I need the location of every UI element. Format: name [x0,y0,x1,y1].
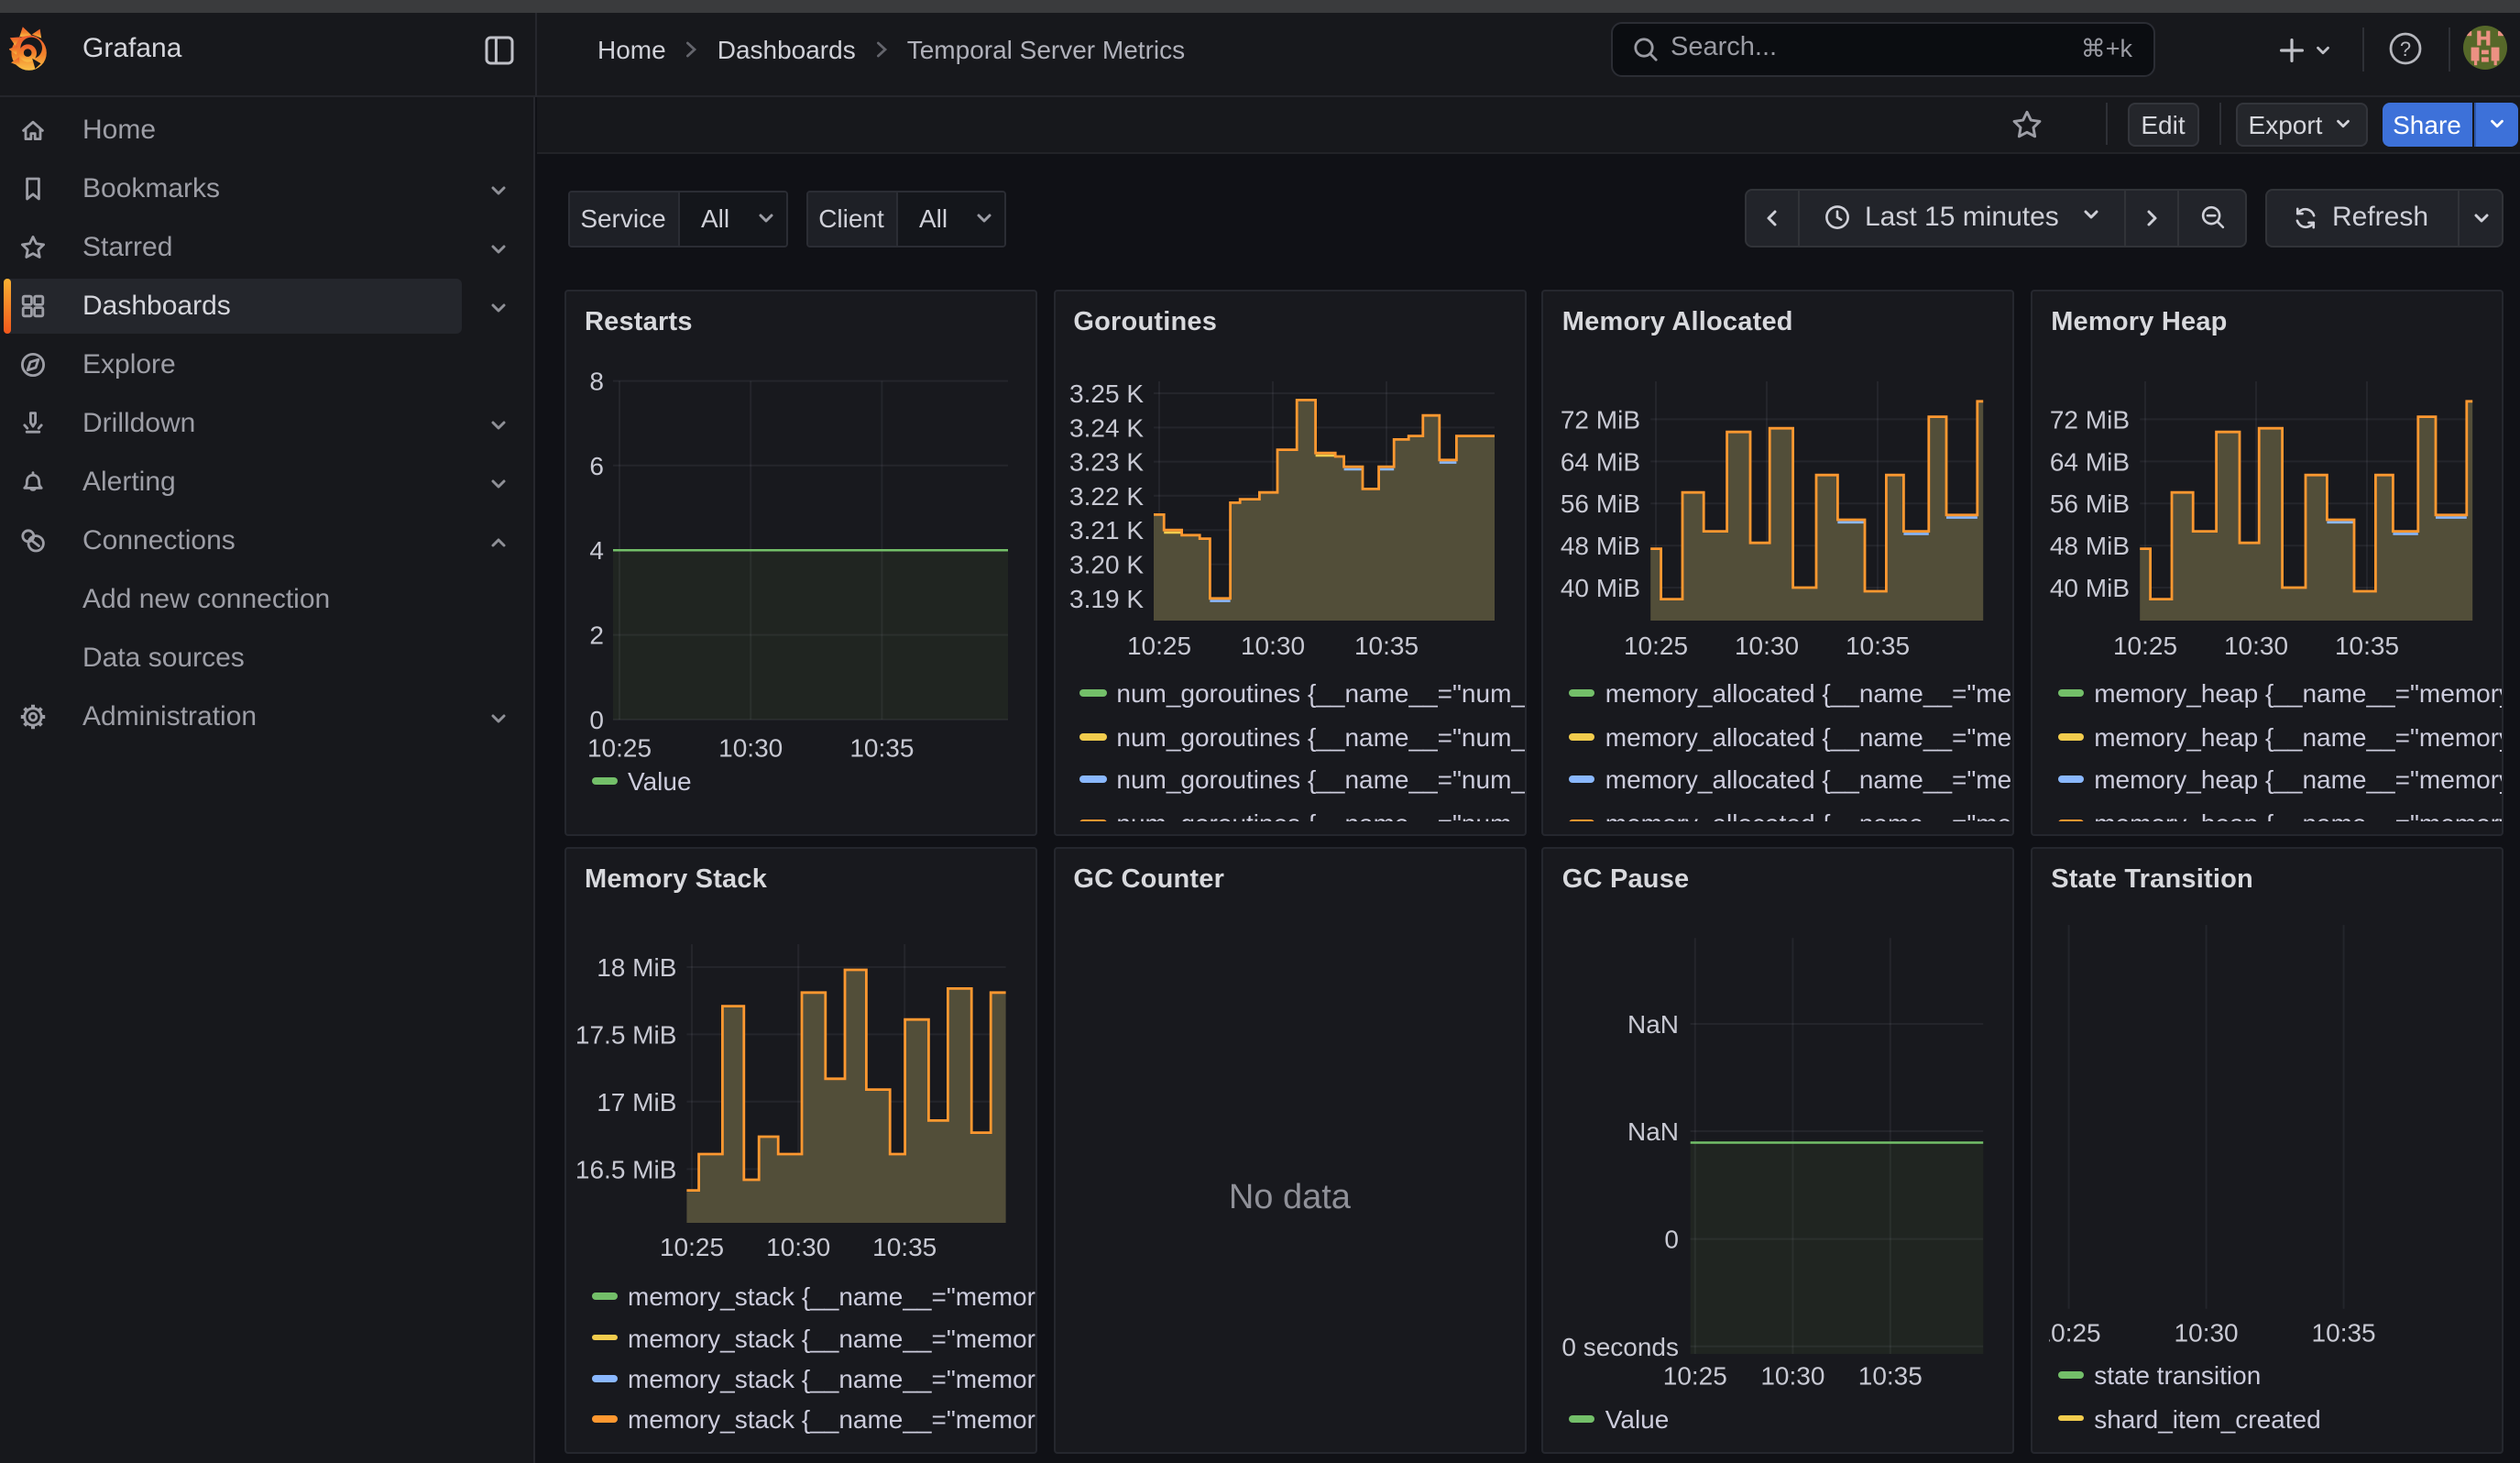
svg-text:17 MiB: 17 MiB [597,1088,676,1116]
svg-text:10:25: 10:25 [587,734,652,763]
svg-text:3.23 K: 3.23 K [1068,448,1143,477]
svg-text:?: ? [2399,38,2410,60]
svg-text:3.24 K: 3.24 K [1068,413,1143,442]
svg-text:10:25: 10:25 [660,1233,724,1261]
svg-text:3.25 K: 3.25 K [1068,380,1143,408]
svg-text:0 seconds: 0 seconds [1562,1333,1680,1361]
svg-text:10:35: 10:35 [1859,1362,1923,1391]
svg-text:10:25: 10:25 [1664,1362,1728,1391]
svg-text:10:30: 10:30 [766,1233,830,1261]
svg-text:10:35: 10:35 [1846,632,1911,660]
svg-text:2: 2 [589,622,604,650]
svg-text:10:25: 10:25 [2113,632,2177,660]
svg-text:10:35: 10:35 [2311,1319,2375,1348]
svg-text:6: 6 [589,452,604,480]
svg-text:4: 4 [589,536,604,565]
svg-text:64 MiB: 64 MiB [1561,447,1641,476]
svg-text:16.5 MiB: 16.5 MiB [575,1155,677,1183]
svg-text:72 MiB: 72 MiB [1561,405,1641,434]
svg-text:10:35: 10:35 [849,734,914,763]
svg-text:3.21 K: 3.21 K [1068,516,1143,544]
svg-text:3.20 K: 3.20 K [1068,551,1143,579]
svg-text:10:30: 10:30 [2174,1319,2238,1348]
svg-text:3.19 K: 3.19 K [1068,585,1143,613]
svg-text:40 MiB: 40 MiB [1561,574,1641,602]
svg-text:10:25: 10:25 [2048,1319,2100,1348]
svg-text:10:30: 10:30 [718,734,783,763]
svg-text:8: 8 [589,368,604,396]
svg-text:40 MiB: 40 MiB [2050,574,2130,602]
svg-text:0: 0 [589,706,604,734]
svg-text:48 MiB: 48 MiB [1561,532,1641,560]
svg-text:10:25: 10:25 [1625,632,1689,660]
svg-text:0: 0 [1665,1226,1680,1254]
svg-text:10:30: 10:30 [2224,632,2288,660]
svg-text:10:35: 10:35 [2335,632,2399,660]
svg-text:3.22 K: 3.22 K [1068,482,1143,511]
svg-text:10:35: 10:35 [1353,632,1418,660]
svg-text:10:30: 10:30 [1736,632,1800,660]
svg-text:48 MiB: 48 MiB [2050,532,2130,560]
svg-text:10:30: 10:30 [1761,1362,1825,1391]
svg-text:17.5 MiB: 17.5 MiB [575,1020,677,1049]
svg-text:72 MiB: 72 MiB [2050,405,2130,434]
svg-text:10:35: 10:35 [872,1233,937,1261]
svg-text:56 MiB: 56 MiB [1561,490,1641,518]
svg-text:18 MiB: 18 MiB [597,953,676,982]
svg-text:NaN: NaN [1628,1010,1680,1039]
svg-text:64 MiB: 64 MiB [2050,447,2130,476]
svg-text:10:30: 10:30 [1240,632,1304,660]
svg-text:10:25: 10:25 [1126,632,1190,660]
svg-text:56 MiB: 56 MiB [2050,490,2130,518]
svg-text:NaN: NaN [1628,1117,1680,1146]
